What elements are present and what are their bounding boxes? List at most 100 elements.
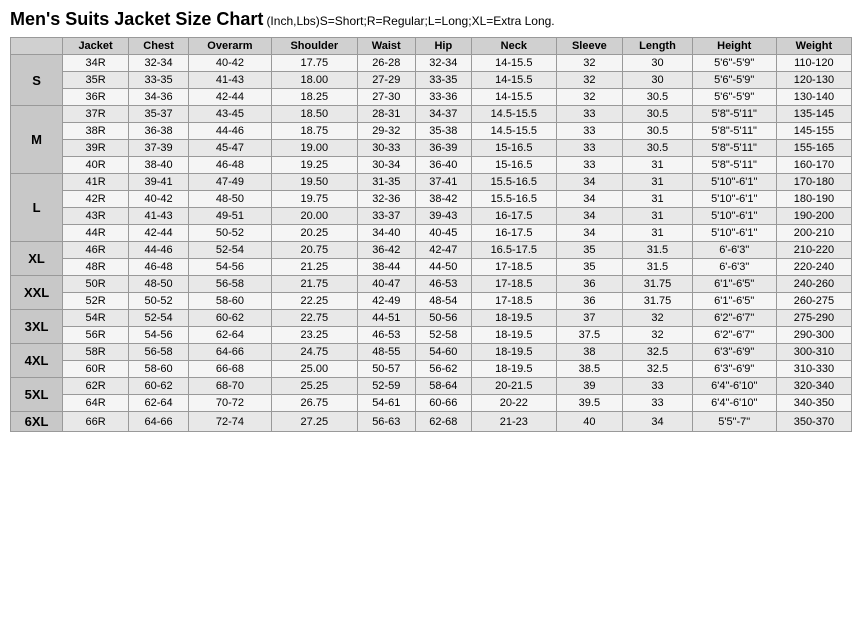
cell-weight: 130-140 [776, 89, 851, 106]
cell-height: 6'1"-6'5" [692, 276, 776, 293]
cell-shoulder: 19.50 [271, 174, 357, 191]
cell-weight: 120-130 [776, 72, 851, 89]
cell-sleeve: 33 [556, 157, 623, 174]
group-header-cell [11, 38, 63, 55]
cell-shoulder: 19.75 [271, 191, 357, 208]
cell-sleeve: 35 [556, 259, 623, 276]
cell-jacket: 37R [63, 106, 129, 123]
cell-waist: 30-33 [357, 140, 415, 157]
cell-overarm: 45-47 [189, 140, 272, 157]
cell-weight: 145-155 [776, 123, 851, 140]
table-row: M37R35-3743-4518.5028-3134-3714.5-15.533… [11, 106, 852, 123]
cell-sleeve: 32 [556, 55, 623, 72]
table-row: 35R33-3541-4318.0027-2933-3514-15.532305… [11, 72, 852, 89]
cell-chest: 48-50 [128, 276, 188, 293]
table-row: 36R34-3642-4418.2527-3033-3614-15.53230.… [11, 89, 852, 106]
cell-height: 5'10"-6'1" [692, 191, 776, 208]
cell-length: 30.5 [623, 123, 692, 140]
cell-height: 5'5"-7" [692, 412, 776, 432]
cell-weight: 210-220 [776, 242, 851, 259]
cell-waist: 40-47 [357, 276, 415, 293]
cell-jacket: 56R [63, 327, 129, 344]
cell-shoulder: 22.75 [271, 310, 357, 327]
cell-hip: 39-43 [415, 208, 472, 225]
cell-weight: 300-310 [776, 344, 851, 361]
column-header-sleeve: Sleeve [556, 38, 623, 55]
cell-hip: 60-66 [415, 395, 472, 412]
cell-sleeve: 39.5 [556, 395, 623, 412]
cell-hip: 40-45 [415, 225, 472, 242]
cell-overarm: 43-45 [189, 106, 272, 123]
cell-length: 33 [623, 395, 692, 412]
cell-height: 5'10"-6'1" [692, 174, 776, 191]
cell-shoulder: 25.00 [271, 361, 357, 378]
cell-sleeve: 38 [556, 344, 623, 361]
cell-chest: 37-39 [128, 140, 188, 157]
cell-chest: 46-48 [128, 259, 188, 276]
cell-length: 31 [623, 191, 692, 208]
cell-height: 6'-6'3" [692, 259, 776, 276]
cell-height: 5'10"-6'1" [692, 225, 776, 242]
table-row: 60R58-6066-6825.0050-5756-6218-19.538.53… [11, 361, 852, 378]
cell-jacket: 43R [63, 208, 129, 225]
cell-jacket: 60R [63, 361, 129, 378]
cell-overarm: 52-54 [189, 242, 272, 259]
cell-length: 32.5 [623, 344, 692, 361]
cell-jacket: 34R [63, 55, 129, 72]
cell-length: 31 [623, 225, 692, 242]
cell-sleeve: 40 [556, 412, 623, 432]
column-header-shoulder: Shoulder [271, 38, 357, 55]
cell-length: 31 [623, 174, 692, 191]
cell-sleeve: 33 [556, 123, 623, 140]
cell-height: 5'8"-5'11" [692, 106, 776, 123]
column-header-waist: Waist [357, 38, 415, 55]
table-row: 48R46-4854-5621.2538-4444-5017-18.53531.… [11, 259, 852, 276]
cell-overarm: 58-60 [189, 293, 272, 310]
chart-title: Men's Suits Jacket Size Chart [10, 9, 263, 29]
header-row: JacketChestOverarmShoulderWaistHipNeckSl… [11, 38, 852, 55]
table-row: 3XL54R52-5460-6222.7544-5150-5618-19.537… [11, 310, 852, 327]
cell-length: 31.5 [623, 242, 692, 259]
cell-length: 31 [623, 157, 692, 174]
cell-shoulder: 23.25 [271, 327, 357, 344]
cell-overarm: 56-58 [189, 276, 272, 293]
size-group-cell: M [11, 106, 63, 174]
cell-length: 31.75 [623, 293, 692, 310]
cell-height: 6'3"-6'9" [692, 361, 776, 378]
cell-overarm: 64-66 [189, 344, 272, 361]
cell-hip: 34-37 [415, 106, 472, 123]
column-header-height: Height [692, 38, 776, 55]
cell-chest: 56-58 [128, 344, 188, 361]
cell-jacket: 64R [63, 395, 129, 412]
cell-jacket: 42R [63, 191, 129, 208]
table-row: 56R54-5662-6423.2546-5352-5818-19.537.53… [11, 327, 852, 344]
cell-waist: 27-29 [357, 72, 415, 89]
cell-neck: 14.5-15.5 [472, 106, 556, 123]
cell-waist: 30-34 [357, 157, 415, 174]
cell-overarm: 72-74 [189, 412, 272, 432]
column-header-length: Length [623, 38, 692, 55]
cell-height: 6'2"-6'7" [692, 310, 776, 327]
cell-length: 31.75 [623, 276, 692, 293]
cell-sleeve: 34 [556, 174, 623, 191]
cell-waist: 42-49 [357, 293, 415, 310]
cell-waist: 27-30 [357, 89, 415, 106]
cell-weight: 170-180 [776, 174, 851, 191]
cell-shoulder: 18.25 [271, 89, 357, 106]
cell-waist: 31-35 [357, 174, 415, 191]
cell-jacket: 44R [63, 225, 129, 242]
size-group-cell: 4XL [11, 344, 63, 378]
cell-weight: 155-165 [776, 140, 851, 157]
cell-sleeve: 34 [556, 225, 623, 242]
cell-shoulder: 24.75 [271, 344, 357, 361]
cell-jacket: 48R [63, 259, 129, 276]
cell-jacket: 40R [63, 157, 129, 174]
cell-weight: 260-275 [776, 293, 851, 310]
cell-neck: 17-18.5 [472, 293, 556, 310]
cell-chest: 35-37 [128, 106, 188, 123]
cell-waist: 29-32 [357, 123, 415, 140]
cell-neck: 14-15.5 [472, 55, 556, 72]
table-row: 44R42-4450-5220.2534-4040-4516-17.534315… [11, 225, 852, 242]
cell-weight: 200-210 [776, 225, 851, 242]
table-row: 64R62-6470-7226.7554-6160-6620-2239.5336… [11, 395, 852, 412]
